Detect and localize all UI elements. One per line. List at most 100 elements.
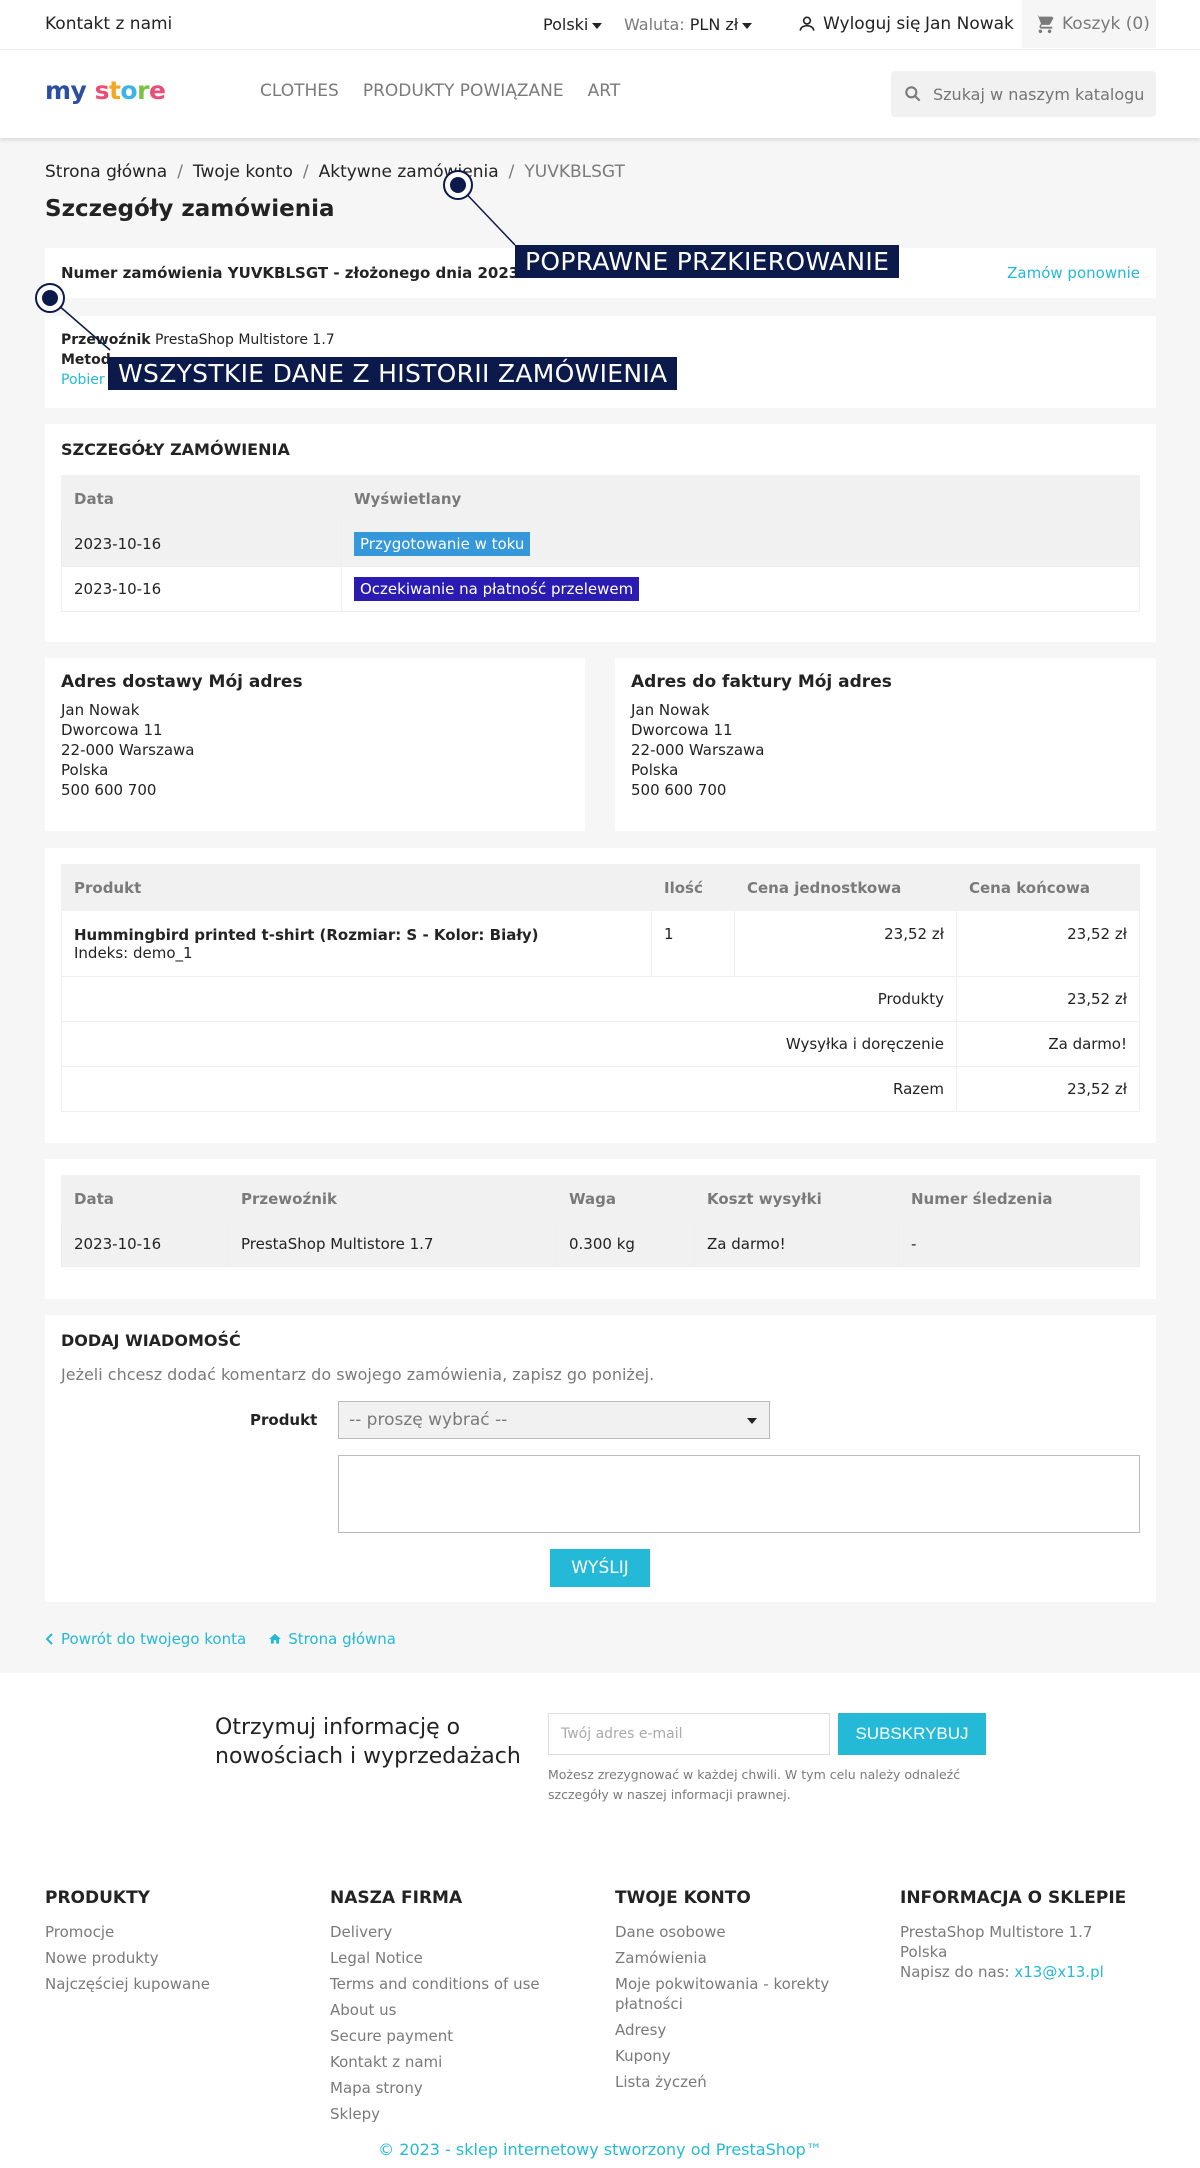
invoice-address-lines: Jan Nowak Dworcowa 11 22-000 Warszawa Po… [631,700,764,800]
status-date: 2023-10-16 [61,566,342,612]
address-line: Jan Nowak [631,701,710,719]
shipping-date: 2023-10-16 [61,1221,229,1267]
address-line: Jan Nowak [61,701,140,719]
footer-link[interactable]: Mapa strony [330,2078,580,2098]
footer-link[interactable]: Terms and conditions of use [330,1974,580,1994]
newsletter-title-line: Otrzymuj informację o [215,1715,461,1740]
newsletter-note: Możesz zrezygnować w każdej chwili. W ty… [548,1767,961,1802]
summary-value: Za darmo! [956,1021,1140,1067]
footer-col-title: TWOJE KONTO [615,1888,751,1908]
store-mail: Napisz do nas: x13@x13.pl [900,1962,1150,1982]
col-header: Wyświetlany [341,475,1140,522]
copyright[interactable]: © 2023 - sklep internetowy stworzony od … [0,2140,1200,2159]
summary-label: Wysyłka i doręczenie [61,1021,957,1067]
status-badge: Oczekiwanie na płatność przelewem [354,577,640,601]
footer-col-products: PRODUKTY Promocje Nowe produkty Najczęśc… [45,1888,295,2000]
chevron-down-icon [747,1418,757,1424]
footer-link[interactable]: Promocje [45,1922,295,1942]
newsletter-title-line: nowościach i wyprzedażach [215,1744,521,1769]
summary-value: 23,52 zł [956,1066,1140,1112]
footer-link[interactable]: About us [330,2000,580,2020]
mail-label: Napisz do nas: [900,1963,1010,1981]
footer-col-account: TWOJE KONTO Dane osobowe Zamówienia Moje… [615,1888,865,2098]
products-card: Produkt Ilość Cena jednostkowa Cena końc… [45,848,1156,1143]
order-status-card: SZCZEGÓŁY ZAMÓWIENIA Data Wyświetlany 20… [45,424,1156,642]
col-header: Cena jednostkowa [734,864,957,911]
table-row: 2023-10-16 Oczekiwanie na płatność przel… [61,566,1140,612]
footer-link[interactable]: Lista życzeń [615,2072,865,2092]
col-header: Data [61,475,342,522]
col-header: Ilość [651,864,735,911]
delivery-address-card: Adres dostawy Mój adres Jan Nowak Dworco… [45,658,585,831]
status-date: 2023-10-16 [61,521,342,567]
tracking-number: - [898,1221,1140,1267]
message-section-title: DODAJ WIADOMOŚĆ [61,1331,241,1350]
footer-link[interactable]: Kupony [615,2046,865,2066]
home-icon [269,1633,282,1644]
invoice-address-title: Adres do faktury Mój adres [631,672,892,692]
table-row: Hummingbird printed t-shirt (Rozmiar: S … [61,910,1140,977]
home-link-label: Strona główna [288,1630,396,1648]
message-textarea[interactable] [338,1455,1140,1533]
product-qty: 1 [651,910,735,977]
table-row: 2023-10-16 PrestaShop Multistore 1.7 0.3… [61,1221,1140,1267]
status-badge: Przygotowanie w toku [354,532,531,556]
newsletter-email-input[interactable]: Twój adres e-mail [548,1713,830,1755]
annotation-pin [35,283,65,313]
message-intro: Jeżeli chcesz dodać komentarz do swojego… [61,1365,655,1384]
shipping-card: Data Przewoźnik Waga Koszt wysyłki Numer… [45,1159,1156,1299]
status-section-title: SZCZEGÓŁY ZAMÓWIENIA [61,440,290,459]
footer-link[interactable]: Sklepy [330,2104,580,2124]
home-link[interactable]: Strona główna [268,1630,396,1648]
subscribe-button[interactable]: SUBSKRYBUJ [838,1713,986,1755]
shipping-carrier: PrestaShop Multistore 1.7 [228,1221,557,1267]
invoice-address-card: Adres do faktury Mój adres Jan Nowak Dwo… [615,658,1156,831]
annotation-pin [443,170,473,200]
table-header: Data Przewoźnik Waga Koszt wysyłki Numer… [61,1175,1140,1222]
footer-col-title: NASZA FIRMA [330,1888,463,1908]
footer-link[interactable]: Nowe produkty [45,1948,295,1968]
col-header: Koszt wysyłki [694,1175,899,1222]
products-table: Produkt Ilość Cena jednostkowa Cena końc… [61,864,1140,1112]
product-select-label: Produkt [250,1411,318,1429]
summary-value: 23,52 zł [956,976,1140,1022]
annotation-redirect: POPRAWNE PRZKIEROWANIE [515,245,900,278]
footer-link[interactable]: Zamówienia [615,1948,865,1968]
footer-link[interactable]: Dane osobowe [615,1922,865,1942]
footer-link[interactable]: Adresy [615,2020,865,2040]
footer-link[interactable]: Najczęściej kupowane [45,1974,295,1994]
footer-link[interactable]: Kontakt z nami [330,2052,580,2072]
product-select[interactable]: -- proszę wybrać -- [338,1401,770,1439]
footer-link[interactable]: Moje pokwitowania - korekty płatności [615,1974,865,2014]
chevron-left-icon [45,1633,53,1645]
address-line: 500 600 700 [61,781,157,799]
product-total-price: 23,52 zł [956,910,1140,977]
send-button[interactable]: WYŚLIJ [550,1549,650,1587]
product-name: Hummingbird printed t-shirt (Rozmiar: S … [74,925,539,944]
mail-link[interactable]: x13@x13.pl [1014,1963,1103,1981]
footer-col-title: INFORMACJA O SKLEPIE [900,1888,1127,1908]
back-to-account-link[interactable]: Powrót do twojego konta [45,1630,246,1648]
col-header: Przewoźnik [228,1175,557,1222]
address-line: 22-000 Warszawa [61,741,195,759]
shipping-cost: Za darmo! [694,1221,899,1267]
summary-label: Produkty [61,976,957,1022]
footer-link[interactable]: Delivery [330,1922,580,1942]
address-line: Dworcowa 11 [631,721,733,739]
store-name: PrestaShop Multistore 1.7 [900,1923,1093,1941]
footer-link[interactable]: Legal Notice [330,1948,580,1968]
footer-col-title: PRODUKTY [45,1888,150,1908]
footer-link[interactable]: Secure payment [330,2026,580,2046]
table-row: 2023-10-16 Przygotowanie w toku [61,521,1140,567]
delivery-address-title: Adres dostawy Mój adres [61,672,303,692]
table-header: Produkt Ilość Cena jednostkowa Cena końc… [61,864,1140,911]
summary-label: Razem [61,1066,957,1112]
product-select-value: -- proszę wybrać -- [349,1410,508,1430]
account-links: Powrót do twojego konta Strona główna [45,1630,396,1648]
address-line: 22-000 Warszawa [631,741,765,759]
col-header: Waga [556,1175,695,1222]
summary-row: Wysyłka i doręczenie Za darmo! [61,1021,1140,1067]
col-header: Cena końcowa [956,864,1140,911]
annotation-history: WSZYSTKIE DANE Z HISTORII ZAMÓWIENIA [108,357,678,390]
newsletter-title: Otrzymuj informację o nowościach i wyprz… [215,1713,521,1771]
